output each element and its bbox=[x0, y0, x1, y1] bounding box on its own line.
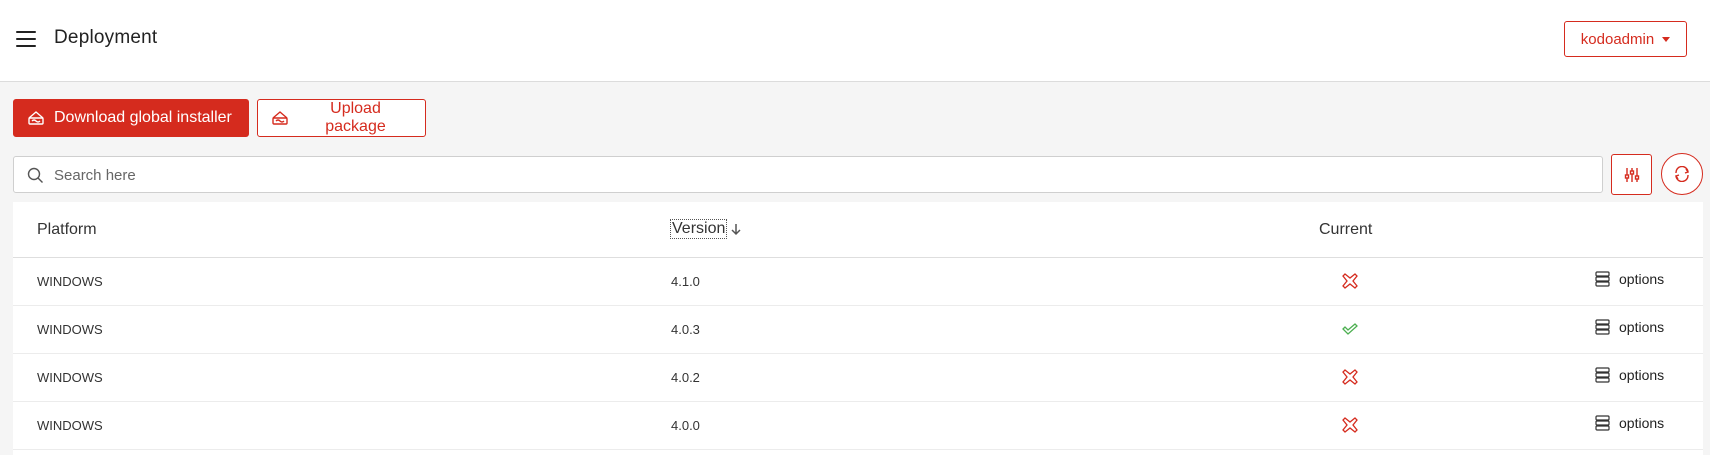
server-stack-icon bbox=[1595, 271, 1610, 287]
column-header-version[interactable]: Version bbox=[670, 219, 728, 239]
search-box bbox=[13, 156, 1603, 194]
download-icon bbox=[28, 111, 44, 125]
cell-version: 4.1.0 bbox=[671, 274, 700, 289]
server-stack-icon bbox=[1595, 319, 1610, 335]
download-installer-label: Download global installer bbox=[54, 109, 232, 126]
column-header-current[interactable]: Current bbox=[1319, 221, 1372, 239]
arrow-down-icon[interactable] bbox=[731, 223, 741, 236]
cell-version: 4.0.2 bbox=[671, 370, 700, 385]
page-title: Deployment bbox=[54, 27, 158, 48]
refresh-icon bbox=[1674, 166, 1690, 182]
cell-version: 4.0.0 bbox=[671, 418, 700, 433]
options-label: options bbox=[1619, 415, 1665, 431]
upload-package-button[interactable]: Upload package bbox=[257, 99, 426, 137]
packages-table: Platform Version Current WINDOWS 4.1.0 o… bbox=[13, 202, 1703, 455]
options-button[interactable]: options bbox=[1595, 319, 1664, 335]
server-stack-icon bbox=[1595, 415, 1610, 431]
server-stack-icon bbox=[1595, 367, 1610, 383]
options-button[interactable]: options bbox=[1595, 415, 1664, 431]
upload-package-label: Upload package bbox=[325, 100, 386, 135]
user-menu-button[interactable]: kodoadmin bbox=[1564, 21, 1687, 57]
check-icon bbox=[1341, 320, 1359, 341]
refresh-button[interactable] bbox=[1661, 153, 1703, 195]
x-cross-icon bbox=[1341, 368, 1359, 389]
caret-down-icon bbox=[1662, 37, 1671, 42]
cell-platform: WINDOWS bbox=[37, 322, 103, 337]
table-row[interactable]: WINDOWS 4.1.0 options bbox=[13, 258, 1703, 306]
cell-platform: WINDOWS bbox=[37, 274, 103, 289]
table-row[interactable]: WINDOWS 4.0.3 options bbox=[13, 306, 1703, 354]
cell-platform: WINDOWS bbox=[37, 370, 103, 385]
table-row[interactable]: WINDOWS 4.0.0 options bbox=[13, 402, 1703, 450]
cell-version: 4.0.3 bbox=[671, 322, 700, 337]
column-header-platform[interactable]: Platform bbox=[37, 221, 97, 239]
options-label: options bbox=[1619, 271, 1665, 287]
sliders-icon bbox=[1624, 167, 1639, 182]
table-row[interactable]: WINDOWS 4.0.2 options bbox=[13, 354, 1703, 402]
options-button[interactable]: options bbox=[1595, 271, 1664, 287]
download-installer-button[interactable]: Download global installer bbox=[13, 99, 249, 137]
hamburger-menu-icon[interactable] bbox=[16, 31, 36, 47]
options-label: options bbox=[1619, 319, 1665, 335]
search-icon bbox=[27, 167, 43, 183]
search-input[interactable] bbox=[52, 157, 1586, 194]
options-button[interactable]: options bbox=[1595, 367, 1664, 383]
cell-platform: WINDOWS bbox=[37, 418, 103, 433]
options-label: options bbox=[1619, 367, 1665, 383]
top-bar: Deployment kodoadmin bbox=[0, 0, 1710, 82]
user-menu-label: kodoadmin bbox=[1580, 30, 1655, 48]
upload-icon bbox=[272, 111, 288, 125]
table-header: Platform Version Current bbox=[13, 202, 1703, 258]
x-cross-icon bbox=[1341, 272, 1359, 293]
x-cross-icon bbox=[1341, 416, 1359, 437]
filter-button[interactable] bbox=[1611, 154, 1652, 195]
